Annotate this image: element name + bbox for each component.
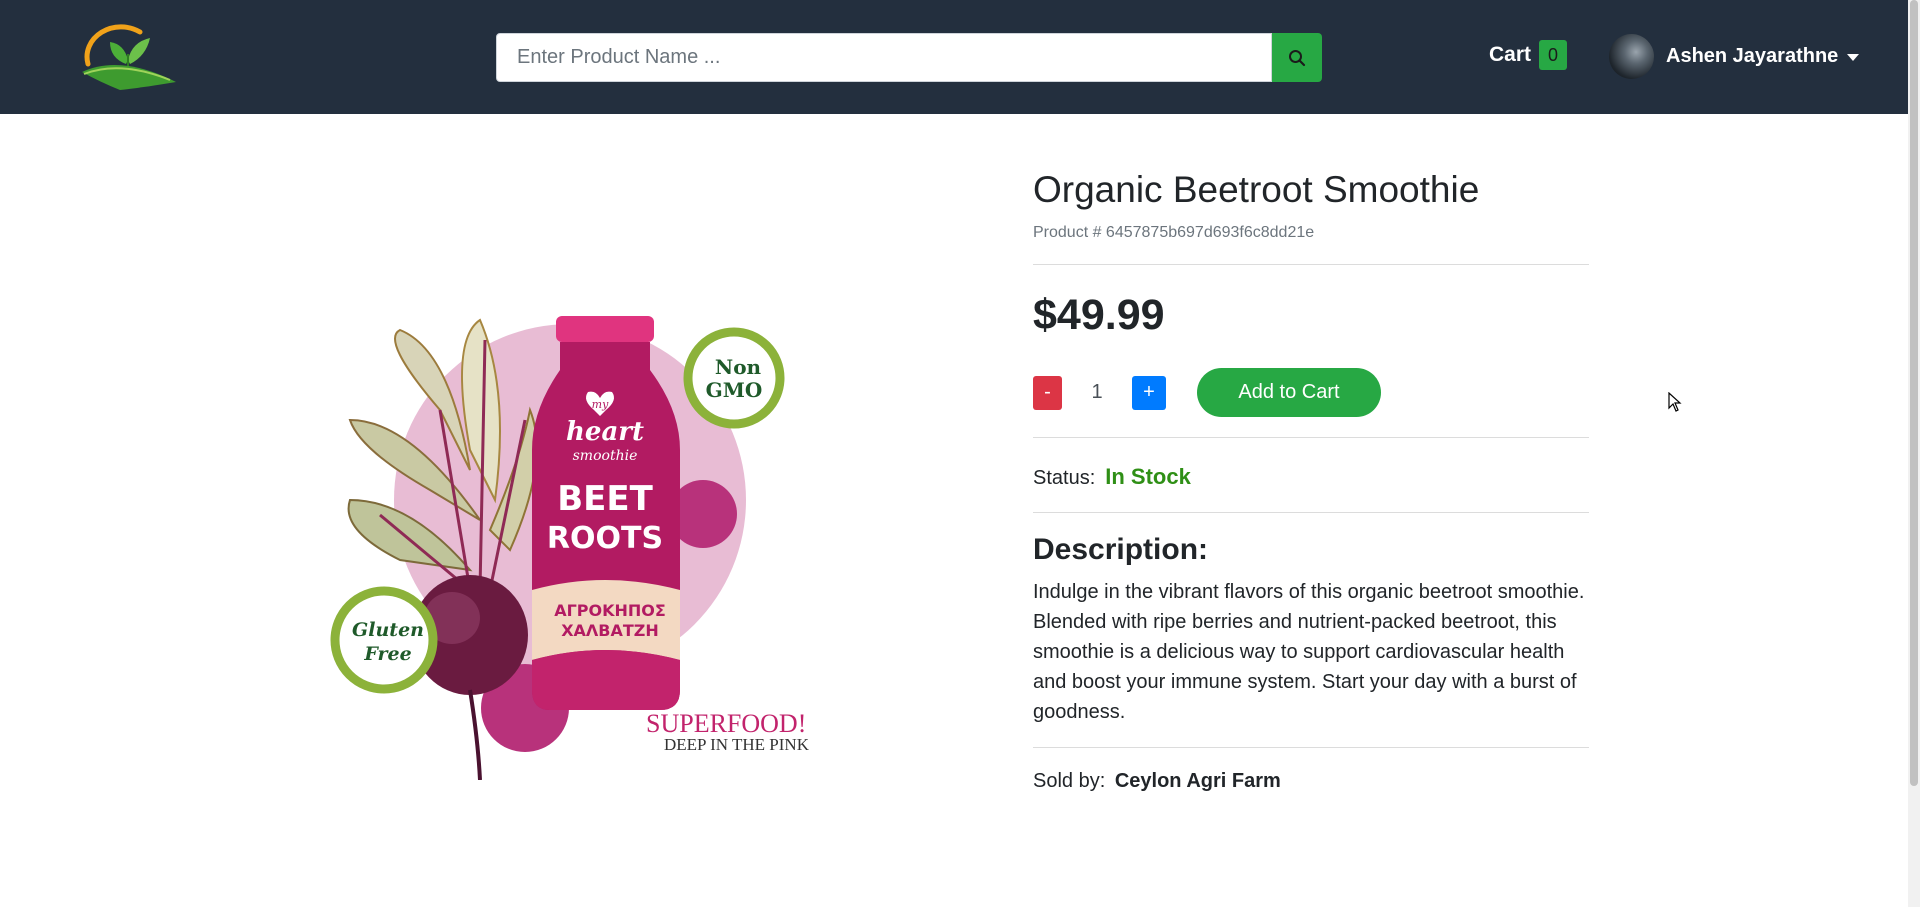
product-description: Indulge in the vibrant flavors of this o…	[1033, 581, 1585, 724]
sold-by-label: Sold by:	[1033, 770, 1106, 793]
description-heading: Description:	[1033, 533, 1209, 567]
product-id: Product # 6457875b697d693f6c8dd21e	[1033, 224, 1315, 242]
svg-text:ROOTS: ROOTS	[547, 521, 663, 556]
svg-text:ΧΑΛΒΑΤΖΗ: ΧΑΛΒΑΤΖΗ	[561, 621, 659, 640]
navbar: Cart 0 Ashen Jayarathne	[0, 0, 1908, 114]
seller-name: Ceylon Agri Farm	[1114, 770, 1281, 793]
decrease-quantity-button[interactable]: -	[1033, 375, 1062, 410]
increase-quantity-button[interactable]: +	[1132, 375, 1166, 410]
divider	[1033, 512, 1589, 514]
gluten-free-badge: Gluten Free	[330, 586, 438, 694]
tagline-superfood: SUPERFOOD!	[646, 709, 806, 738]
svg-text:Free: Free	[363, 643, 411, 665]
status-badge: In Stock	[1105, 464, 1191, 490]
svg-text:Gluten: Gluten	[352, 619, 424, 641]
svg-text:ΑΓΡΟΚΗΠΟΣ: ΑΓΡΟΚΗΠΟΣ	[554, 601, 666, 620]
search-icon	[1289, 49, 1306, 66]
non-gmo-badge: Non GMO	[683, 327, 785, 429]
search-bar	[496, 33, 1322, 82]
svg-text:Non: Non	[715, 355, 762, 379]
svg-text:my: my	[592, 398, 609, 411]
status-label: Status:	[1033, 467, 1096, 490]
sold-by: Sold by: Ceylon Agri Farm	[1033, 770, 1589, 793]
product-details: Organic Beetroot Smoothie Product # 6457…	[1033, 168, 1589, 793]
product-price: $49.99	[1033, 291, 1165, 340]
svg-text:BEET: BEET	[557, 479, 653, 519]
user-name: Ashen Jayarathne	[1666, 45, 1839, 67]
tagline-deep-pink: DEEP IN THE PINK	[664, 735, 810, 754]
divider	[1033, 747, 1589, 749]
quantity-input[interactable]	[1062, 375, 1132, 410]
svg-text:smoothie: smoothie	[573, 448, 638, 464]
scrollbar-thumb[interactable]	[1910, 0, 1918, 786]
cart-label: Cart	[1489, 43, 1532, 66]
divider	[1033, 264, 1589, 266]
product-title: Organic Beetroot Smoothie	[1033, 169, 1480, 210]
mouse-cursor-icon	[1668, 392, 1682, 412]
scrollbar[interactable]	[1908, 0, 1920, 907]
stock-status: Status: In Stock	[1033, 464, 1589, 490]
product-image: my heart smoothie BEET ROOTS ΑΓΡΟΚΗΠΟΣ Χ…	[320, 300, 840, 781]
quantity-row: - + Add to Cart	[1033, 368, 1589, 418]
add-to-cart-button[interactable]: Add to Cart	[1197, 368, 1381, 418]
divider	[1033, 437, 1589, 439]
caret-down-icon	[1847, 54, 1860, 61]
leaf-sun-logo-icon[interactable]	[80, 24, 178, 90]
cart-count-badge: 0	[1539, 40, 1568, 70]
search-input[interactable]	[496, 33, 1272, 82]
avatar	[1609, 34, 1654, 79]
cart-link[interactable]: Cart 0	[1489, 40, 1568, 70]
svg-text:GMO: GMO	[706, 378, 763, 402]
search-button[interactable]	[1272, 33, 1322, 82]
svg-text:heart: heart	[566, 417, 644, 447]
user-menu-toggle[interactable]: Ashen Jayarathne	[1609, 34, 1860, 79]
